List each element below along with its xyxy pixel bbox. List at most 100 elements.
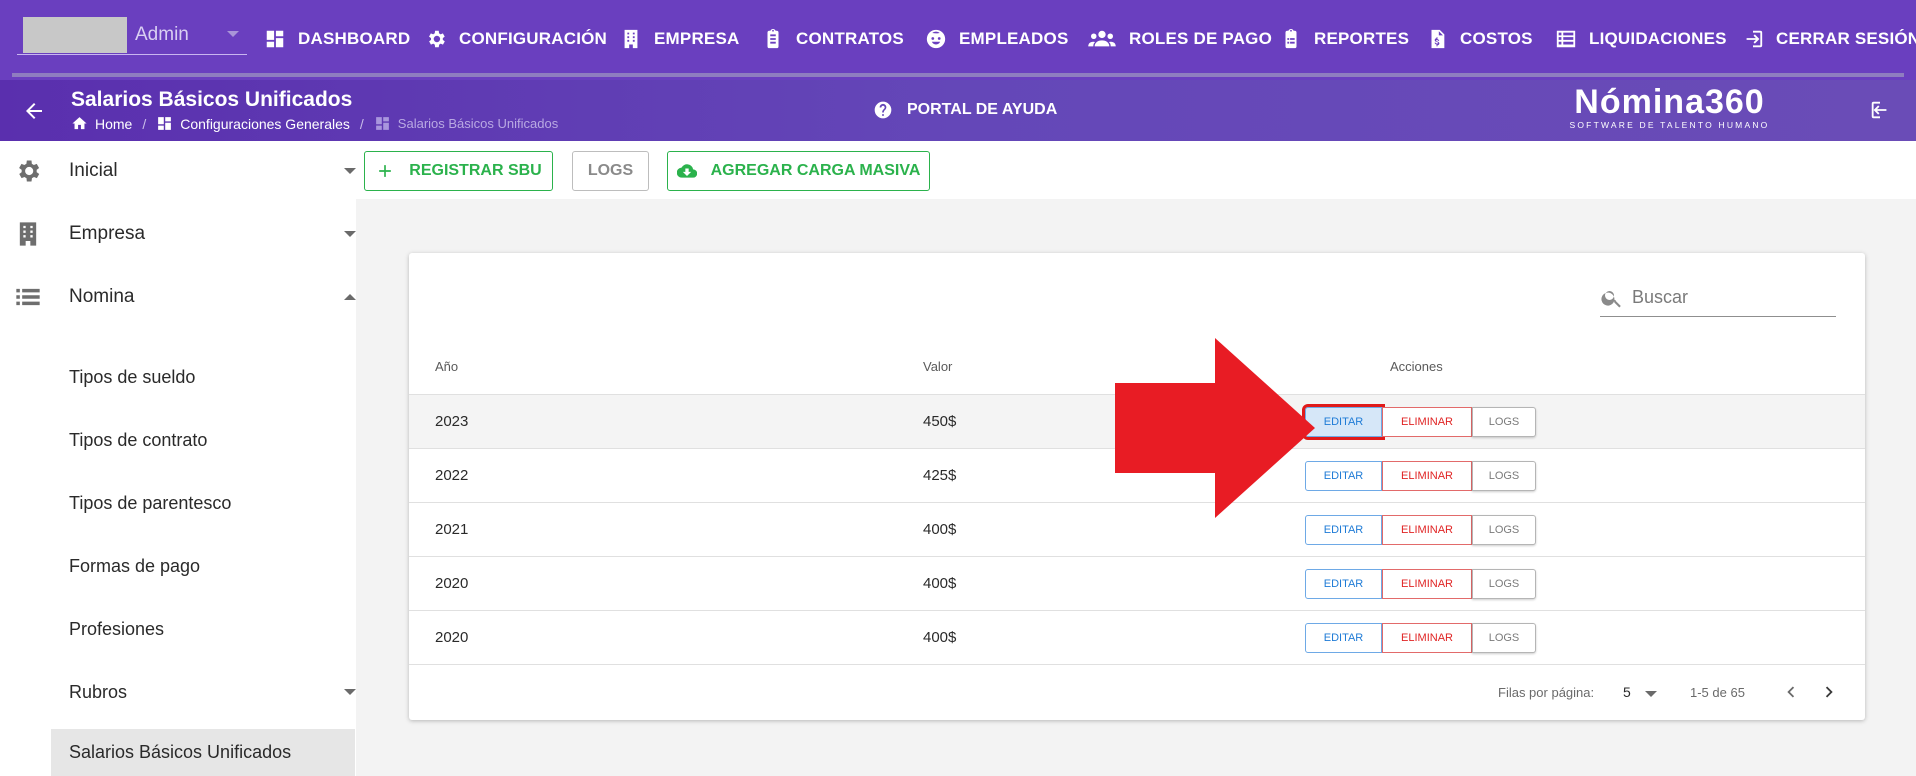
nav-cerrar-sesion-label: CERRAR SESIÓN xyxy=(1776,29,1916,48)
logo-tagline: SOFTWARE DE TALENTO HUMANO xyxy=(1569,120,1770,130)
delete-button[interactable]: ELIMINAR xyxy=(1382,569,1472,599)
cell-year: 2022 xyxy=(435,467,469,484)
sidebar-item-tipos-de-sueldo[interactable]: Tipos de sueldo xyxy=(51,351,355,403)
breadcrumb-configuraciones[interactable]: Configuraciones Generales xyxy=(180,116,350,132)
chevron-down-icon[interactable] xyxy=(1645,691,1657,697)
breadcrumb-home[interactable]: Home xyxy=(95,116,132,132)
chevron-up-icon xyxy=(344,294,356,300)
chevron-right-icon[interactable] xyxy=(1818,681,1840,703)
home-icon xyxy=(72,117,87,130)
row-logs-button[interactable]: LOGS xyxy=(1472,515,1536,545)
delete-button[interactable]: ELIMINAR xyxy=(1382,461,1472,491)
logs-button[interactable]: LOGS xyxy=(572,151,649,191)
dashboard-icon xyxy=(266,30,284,48)
row-logs-button[interactable]: LOGS xyxy=(1472,407,1536,437)
nav-dashboard[interactable]: DASHBOARD xyxy=(264,24,410,54)
chevron-left-icon[interactable] xyxy=(1780,681,1802,703)
table-row: 2020 400$ EDITAR ELIMINAR LOGS xyxy=(409,557,1865,611)
sidebar-group-inicial[interactable]: Inicial xyxy=(0,145,356,197)
nav-cerrar-sesion[interactable]: CERRAR SESIÓN xyxy=(1742,24,1916,54)
row-actions: EDITAR ELIMINAR LOGS xyxy=(1302,404,1536,440)
column-header-year: Año xyxy=(435,359,459,374)
nav-configuracion-label: CONFIGURACIÓN xyxy=(459,29,608,48)
nav-reportes-label: REPORTES xyxy=(1314,29,1410,48)
delete-button[interactable]: ELIMINAR xyxy=(1382,407,1472,437)
row-logs-button[interactable]: LOGS xyxy=(1472,623,1536,653)
chevron-down-icon xyxy=(344,168,356,174)
edit-button[interactable]: EDITAR xyxy=(1305,515,1382,545)
help-portal-link[interactable]: PORTAL DE AYUDA xyxy=(873,100,1057,120)
edit-button[interactable]: EDITAR xyxy=(1305,623,1382,653)
register-sbu-button[interactable]: REGISTRAR SBU xyxy=(364,151,553,191)
row-actions: EDITAR ELIMINAR LOGS xyxy=(1305,515,1536,545)
page-header: Salarios Básicos Unificados Home / Confi… xyxy=(0,80,1916,141)
cell-year: 2020 xyxy=(435,575,469,592)
cloud-download-icon xyxy=(676,164,697,178)
cell-value: 400$ xyxy=(923,629,957,646)
edit-button[interactable]: EDITAR xyxy=(1305,461,1382,491)
row-logs-button[interactable]: LOGS xyxy=(1472,569,1536,599)
nav-divider xyxy=(12,73,1904,77)
chevron-down-icon xyxy=(227,31,239,37)
nav-costos[interactable]: COSTOS xyxy=(1426,24,1533,54)
user-menu[interactable]: Admin xyxy=(17,15,247,55)
bulk-upload-label: AGREGAR CARGA MASIVA xyxy=(710,162,921,179)
nav-reportes[interactable]: REPORTES xyxy=(1280,24,1409,54)
brand-logo: Nómina360 SOFTWARE DE TALENTO HUMANO xyxy=(1567,84,1772,130)
building-icon xyxy=(19,222,37,246)
list-icon xyxy=(16,288,40,306)
nav-liquidaciones[interactable]: LIQUIDACIONES xyxy=(1555,24,1727,54)
cell-value: 425$ xyxy=(923,467,957,484)
nav-contratos[interactable]: CONTRATOS xyxy=(762,24,904,54)
sidebar-item-tipos-de-contrato[interactable]: Tipos de contrato xyxy=(51,414,355,466)
search-input[interactable] xyxy=(1632,287,1822,308)
row-logs-button[interactable]: LOGS xyxy=(1472,461,1536,491)
sidebar-group-label: Nomina xyxy=(69,286,135,307)
nav-dashboard-label: DASHBOARD xyxy=(298,29,411,48)
nav-empresa[interactable]: EMPRESA xyxy=(620,24,739,54)
sidebar-item-salarios-basicos[interactable]: Salarios Básicos Unificados xyxy=(51,729,355,776)
row-actions: EDITAR ELIMINAR LOGS xyxy=(1305,623,1536,653)
column-header-value: Valor xyxy=(923,359,953,374)
sidebar-item-label: Rubros xyxy=(69,681,128,702)
breadcrumb-current-label: Salarios Básicos Unificados xyxy=(397,116,559,131)
rows-per-page-select[interactable]: 5 xyxy=(1623,684,1631,700)
sidebar-item-formas-de-pago[interactable]: Formas de pago xyxy=(51,540,355,592)
nav-roles-de-pago[interactable]: ROLES DE PAGO xyxy=(1087,24,1272,54)
sidebar-item-profesiones[interactable]: Profesiones xyxy=(51,603,355,655)
sidebar-group-nomina[interactable]: Nomina xyxy=(0,271,356,323)
logout-icon[interactable] xyxy=(1869,99,1891,121)
plus-icon xyxy=(379,165,392,177)
chevron-down-icon xyxy=(344,689,356,695)
delete-button[interactable]: ELIMINAR xyxy=(1382,515,1472,545)
rows-per-page-label: Filas por página: xyxy=(1498,685,1595,700)
sidebar-item-tipos-de-parentesco[interactable]: Tipos de parentesco xyxy=(51,477,355,529)
sidebar: Inicial Empresa Nomina Tipos de sueldo T… xyxy=(0,141,356,776)
help-portal-label: PORTAL DE AYUDA xyxy=(907,101,1058,118)
row-actions: EDITAR ELIMINAR LOGS xyxy=(1305,569,1536,599)
edit-button[interactable]: EDITAR xyxy=(1305,569,1382,599)
nav-empleados-label: EMPLEADOS xyxy=(959,29,1069,48)
delete-button[interactable]: ELIMINAR xyxy=(1382,623,1472,653)
sidebar-item-rubros[interactable]: Rubros xyxy=(51,666,356,718)
nav-configuracion[interactable]: CONFIGURACIÓN xyxy=(425,24,607,54)
nav-roles-de-pago-label: ROLES DE PAGO xyxy=(1129,29,1273,48)
invoice-icon xyxy=(1431,29,1445,49)
list-icon xyxy=(1556,30,1576,48)
arrow-back-icon[interactable] xyxy=(22,99,46,123)
logs-label: LOGS xyxy=(587,162,634,179)
bulk-upload-button[interactable]: AGREGAR CARGA MASIVA xyxy=(667,151,930,191)
dashboard-icon xyxy=(158,117,172,130)
nav-empleados[interactable]: EMPLEADOS xyxy=(925,24,1068,54)
nav-liquidaciones-label: LIQUIDACIONES xyxy=(1589,29,1727,48)
logout-icon xyxy=(1746,30,1763,48)
dashboard-icon xyxy=(375,117,389,130)
sidebar-group-label: Empresa xyxy=(69,223,146,244)
page-range: 1-5 de 65 xyxy=(1690,685,1745,700)
sidebar-group-empresa[interactable]: Empresa xyxy=(0,208,356,260)
search-box xyxy=(1600,279,1836,317)
search-icon xyxy=(1601,290,1621,307)
cell-value: 400$ xyxy=(923,521,957,538)
avatar xyxy=(23,17,127,53)
edit-button[interactable]: EDITAR xyxy=(1302,404,1385,440)
